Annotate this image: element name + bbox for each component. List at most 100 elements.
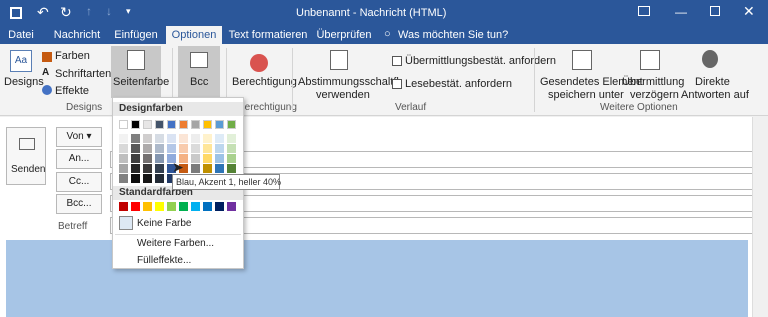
verzoegern-button-line2[interactable]: verzögern <box>630 89 679 101</box>
theme-color-swatch[interactable] <box>119 134 128 143</box>
theme-color-swatch[interactable] <box>155 134 164 143</box>
theme-color-swatch[interactable] <box>203 120 212 129</box>
theme-color-swatch[interactable] <box>179 120 188 129</box>
theme-color-swatch[interactable] <box>131 120 140 129</box>
effekte-button[interactable]: Effekte <box>55 85 89 97</box>
tab-nachricht[interactable]: Nachricht <box>50 26 104 44</box>
theme-color-swatch[interactable] <box>155 154 164 163</box>
no-color-swatch[interactable] <box>119 216 133 230</box>
gesendet-button-line2[interactable]: speichern unter <box>548 89 624 101</box>
theme-color-swatch[interactable] <box>155 164 164 173</box>
tab-text-formatieren[interactable]: Text formatieren <box>228 26 308 44</box>
theme-color-swatch[interactable] <box>227 144 236 153</box>
berechtigung-button[interactable]: Berechtigung <box>232 76 297 88</box>
theme-color-swatch[interactable] <box>119 164 128 173</box>
theme-color-swatch[interactable] <box>215 120 224 129</box>
designs-icon[interactable]: Aa <box>10 50 32 72</box>
theme-color-swatch[interactable] <box>215 164 224 173</box>
direkte-button-line1[interactable]: Direkte <box>695 76 730 88</box>
standard-color-swatch[interactable] <box>179 202 188 211</box>
schriftarten-button[interactable]: Schriftarten <box>55 68 111 80</box>
theme-color-swatch[interactable] <box>167 120 176 129</box>
theme-color-swatch[interactable] <box>179 144 188 153</box>
theme-color-swatch[interactable] <box>143 164 152 173</box>
theme-color-swatch[interactable] <box>131 134 140 143</box>
theme-color-swatch[interactable] <box>131 144 140 153</box>
maximize-icon[interactable] <box>710 6 720 16</box>
farben-button[interactable]: Farben <box>55 50 90 62</box>
more-colors-item[interactable]: Weitere Farben... <box>137 238 214 249</box>
theme-color-swatch[interactable] <box>143 134 152 143</box>
theme-color-swatch[interactable] <box>143 144 152 153</box>
theme-color-swatch[interactable] <box>227 134 236 143</box>
tab-einfuegen[interactable]: Einfügen <box>112 26 160 44</box>
minimize-icon[interactable]: — <box>675 5 687 19</box>
theme-color-swatch[interactable] <box>155 120 164 129</box>
standard-color-swatch[interactable] <box>203 202 212 211</box>
fill-effects-item[interactable]: Fülleffekte... <box>137 255 191 266</box>
theme-color-swatch[interactable] <box>227 164 236 173</box>
standard-color-swatch[interactable] <box>167 202 176 211</box>
theme-color-swatch[interactable] <box>131 174 140 183</box>
from-button[interactable]: Von ▾ <box>56 127 102 147</box>
theme-color-swatch[interactable] <box>203 154 212 163</box>
up-arrow-icon[interactable]: ↑ <box>86 4 92 18</box>
theme-color-swatch[interactable] <box>143 120 152 129</box>
theme-color-swatch[interactable] <box>227 120 236 129</box>
close-icon[interactable]: ✕ <box>743 3 755 20</box>
standard-color-swatch[interactable] <box>227 202 236 211</box>
theme-color-swatch[interactable] <box>167 144 176 153</box>
standard-color-swatch[interactable] <box>119 202 128 211</box>
theme-color-swatch[interactable] <box>191 154 200 163</box>
standard-color-swatch[interactable] <box>191 202 200 211</box>
theme-color-swatch[interactable] <box>131 164 140 173</box>
tab-datei[interactable]: Datei <box>4 26 38 44</box>
theme-color-swatch[interactable] <box>191 134 200 143</box>
theme-color-swatch[interactable] <box>203 144 212 153</box>
theme-color-swatch[interactable] <box>155 144 164 153</box>
to-button[interactable]: An... <box>56 149 102 169</box>
theme-color-swatch[interactable] <box>119 120 128 129</box>
send-button[interactable]: Senden <box>6 127 46 185</box>
theme-color-swatch[interactable] <box>119 144 128 153</box>
theme-color-swatch[interactable] <box>191 120 200 129</box>
standard-color-swatch[interactable] <box>143 202 152 211</box>
theme-color-swatch[interactable] <box>131 154 140 163</box>
abstimmung-button-line2[interactable]: verwenden <box>316 89 370 101</box>
ribbon-display-options-icon[interactable] <box>638 6 650 16</box>
bcc-field-button[interactable]: Bcc... <box>56 194 102 214</box>
theme-color-swatch[interactable] <box>227 154 236 163</box>
save-icon[interactable] <box>10 7 22 19</box>
tab-ueberpruefen[interactable]: Überprüfen <box>314 26 374 44</box>
theme-color-swatch[interactable] <box>143 154 152 163</box>
no-color-item[interactable]: Keine Farbe <box>137 218 191 229</box>
bcc-button[interactable]: Bcc <box>190 76 208 88</box>
customize-qat-icon[interactable]: ▾ <box>126 6 131 17</box>
checkbox-uebermittlung[interactable] <box>392 56 402 66</box>
theme-color-swatch[interactable] <box>215 134 224 143</box>
checkbox-lesebestaet[interactable] <box>392 79 402 89</box>
theme-color-swatch[interactable] <box>203 164 212 173</box>
vertical-scrollbar[interactable] <box>752 117 768 317</box>
theme-color-swatch[interactable] <box>143 174 152 183</box>
seitenfarbe-button[interactable]: Seitenfarbe <box>113 76 169 88</box>
theme-color-swatch[interactable] <box>167 134 176 143</box>
redo-icon[interactable]: ↻ <box>60 4 72 21</box>
theme-color-swatch[interactable] <box>215 144 224 153</box>
theme-color-swatch[interactable] <box>191 144 200 153</box>
standard-color-swatch[interactable] <box>131 202 140 211</box>
tab-optionen[interactable]: Optionen <box>166 26 222 44</box>
down-arrow-icon[interactable]: ↓ <box>106 4 112 18</box>
abstimmung-button-line1[interactable]: Abstimmungsschaltfl. <box>298 76 402 88</box>
theme-color-swatch[interactable] <box>203 134 212 143</box>
theme-color-swatch[interactable] <box>155 174 164 183</box>
theme-color-swatch[interactable] <box>179 134 188 143</box>
standard-color-swatch[interactable] <box>155 202 164 211</box>
direkte-button-line2[interactable]: Antworten auf <box>681 89 749 101</box>
theme-color-swatch[interactable] <box>215 154 224 163</box>
undo-icon[interactable]: ↶ <box>37 4 49 21</box>
theme-color-swatch[interactable] <box>119 154 128 163</box>
verzoegern-button-line1[interactable]: Übermittlung <box>622 76 684 88</box>
designs-button[interactable]: Designs <box>4 76 44 88</box>
standard-color-swatch[interactable] <box>215 202 224 211</box>
